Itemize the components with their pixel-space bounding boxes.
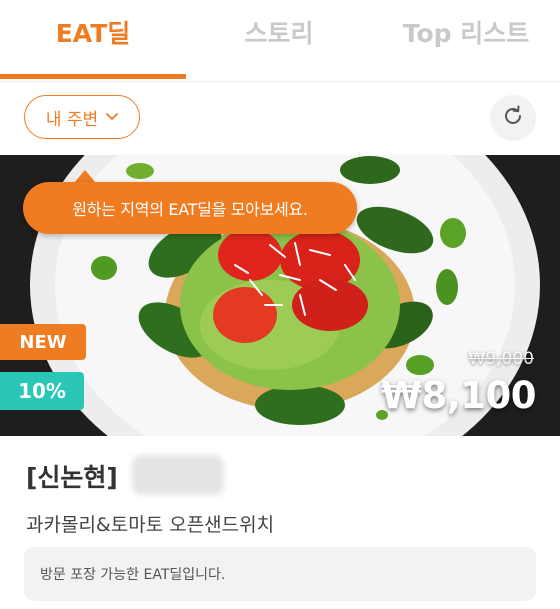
tab-eat-deal[interactable]: EAT딜 (0, 14, 186, 54)
tab-bar: EAT딜 스토리 Top 리스트 (0, 0, 560, 82)
sale-price: ₩8,100 (381, 374, 536, 417)
blurred-store-detail (132, 455, 224, 495)
nearby-filter-label: 내 주변 (45, 109, 99, 130)
refresh-button[interactable] (490, 95, 536, 141)
store-name[interactable]: [신논현] (26, 458, 118, 494)
refresh-icon (501, 104, 525, 132)
original-price: ₩9,000 (468, 349, 534, 369)
new-badge: NEW (0, 324, 86, 360)
nearby-filter-button[interactable]: 내 주변 (24, 95, 140, 139)
region-tooltip[interactable]: 원하는 지역의 EAT딜을 모아보세요. (23, 182, 357, 234)
pickup-note-text: 방문 포장 가능한 EAT딜입니다. (40, 567, 226, 583)
pickup-note: 방문 포장 가능한 EAT딜입니다. (24, 547, 536, 601)
tab-story[interactable]: 스토리 (186, 14, 372, 54)
menu-name[interactable]: 과카몰리&토마토 오픈샌드위치 (26, 510, 274, 537)
chevron-down-icon (106, 111, 119, 124)
tab-top-list[interactable]: Top 리스트 (372, 14, 560, 54)
discount-badge: 10% (0, 372, 84, 410)
active-tab-indicator (0, 74, 186, 79)
